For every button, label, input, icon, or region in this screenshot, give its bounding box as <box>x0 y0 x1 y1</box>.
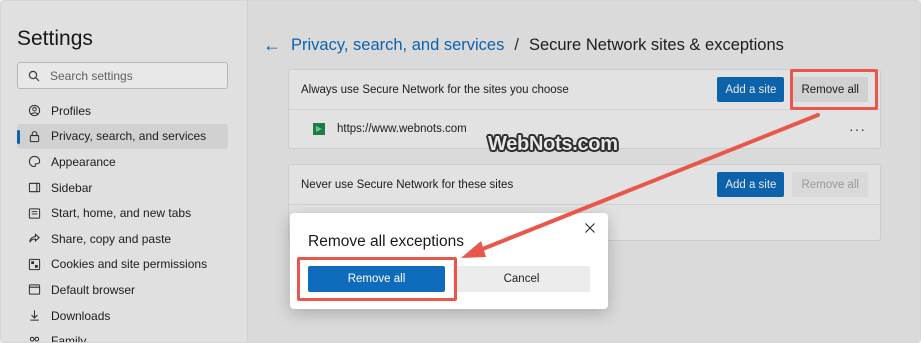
close-icon[interactable] <box>584 221 600 237</box>
cancel-button[interactable]: Cancel <box>453 266 590 292</box>
browser-window: Settings Profiles Privacy, search, and s… <box>0 0 921 343</box>
dialog-title: Remove all exceptions <box>308 233 464 250</box>
highlight-box-remove-all <box>790 69 878 110</box>
highlight-box-confirm <box>297 257 457 301</box>
